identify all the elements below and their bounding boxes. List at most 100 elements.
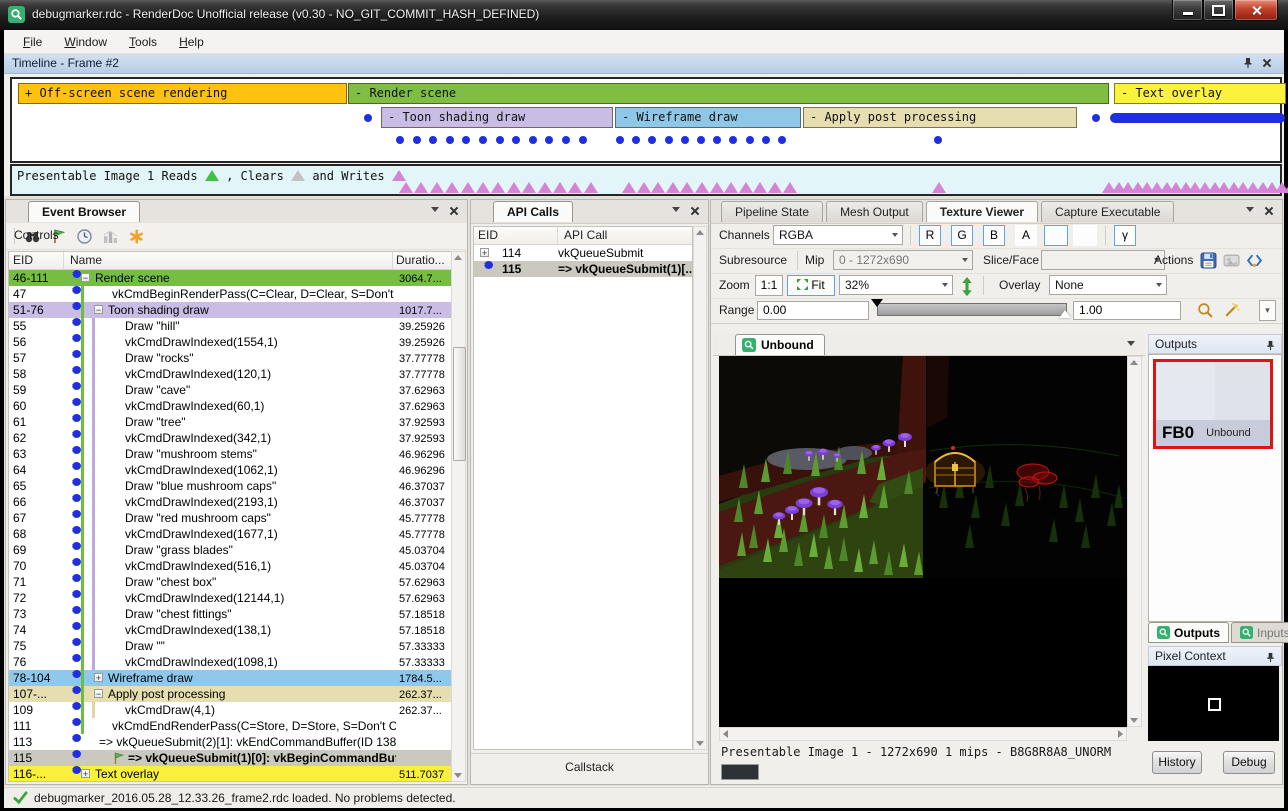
chevron-down-icon[interactable] (672, 207, 680, 216)
draw-event-dot[interactable] (364, 114, 372, 122)
event-row[interactable]: 115=> vkQueueSubmit(1)[0]: vkBeginComman… (9, 750, 451, 766)
red-channel-button[interactable]: R (919, 225, 941, 246)
callstack-section[interactable]: Callstack (471, 753, 708, 780)
event-row[interactable]: 57Draw "rocks"37.77778 (9, 350, 451, 366)
draw-event-dot[interactable] (648, 136, 656, 144)
write-marker-triangle[interactable] (932, 182, 946, 193)
write-marker-triangle[interactable] (553, 182, 567, 193)
range-black-point-handle[interactable] (871, 299, 883, 307)
event-row[interactable]: 60vkCmdDrawIndexed(60,1)37.62963 (9, 398, 451, 414)
write-marker-triangle[interactable] (461, 182, 475, 193)
chevron-down-icon[interactable] (1246, 207, 1254, 216)
write-marker-triangle[interactable] (507, 182, 521, 193)
event-row[interactable]: 111vkCmdEndRenderPass(C=Store, D=Store, … (9, 718, 451, 734)
close-icon[interactable] (1262, 57, 1276, 71)
write-marker-triangle[interactable] (538, 182, 552, 193)
draw-event-dot[interactable] (934, 136, 942, 144)
slice-face-dropdown[interactable] (1041, 250, 1165, 270)
draw-event-dot[interactable] (462, 136, 470, 144)
api-call-row[interactable]: +114vkQueueSubmit (474, 245, 692, 261)
write-marker-triangle[interactable] (399, 182, 413, 193)
save-icon[interactable] (1200, 252, 1217, 269)
write-marker-triangle[interactable] (753, 182, 767, 193)
fit-button[interactable]: Fit (787, 275, 835, 296)
gamma-button[interactable]: γ (1114, 225, 1136, 246)
write-marker-triangle[interactable] (783, 182, 797, 193)
write-marker-triangle[interactable] (622, 182, 636, 193)
tab-inputs[interactable]: Inputs (1231, 622, 1288, 643)
close-icon[interactable] (449, 206, 459, 216)
event-row[interactable]: 109vkCmdDraw(4,1)262.37... (9, 702, 451, 718)
pixel-context-view[interactable] (1148, 666, 1279, 741)
debug-button[interactable]: Debug (1223, 751, 1275, 774)
timeline-marker-bar[interactable]: + Off-screen scene rendering (18, 83, 347, 104)
menu-window[interactable]: Window (55, 32, 116, 52)
write-marker-triangle[interactable] (1284, 182, 1288, 193)
expand-icon[interactable]: + (480, 248, 489, 257)
write-marker-triangle[interactable] (414, 182, 428, 193)
tab-event-browser[interactable]: Event Browser (28, 201, 140, 222)
event-row[interactable]: 72vkCmdDrawIndexed(12144,1)57.62963 (9, 590, 451, 606)
draw-event-dot[interactable] (545, 136, 553, 144)
write-marker-triangle[interactable] (680, 182, 694, 193)
event-row[interactable]: 64vkCmdDrawIndexed(1062,1)46.96296 (9, 462, 451, 478)
menu-file[interactable]: File (14, 32, 51, 52)
range-white-point-handle[interactable] (1059, 310, 1071, 318)
event-row[interactable]: 75Draw ""57.33333 (9, 638, 451, 654)
scroll-up-icon[interactable] (1130, 360, 1138, 365)
menu-tools[interactable]: Tools (120, 32, 166, 52)
draw-event-dot[interactable] (429, 136, 437, 144)
scroll-right-icon[interactable] (1118, 730, 1123, 738)
zoom-level-dropdown[interactable]: 32% (839, 275, 953, 295)
draw-event-dot[interactable] (529, 136, 537, 144)
menu-help[interactable]: Help (170, 32, 213, 52)
draw-event-dot[interactable] (746, 136, 754, 144)
tab-capture-executable[interactable]: Capture Executable (1041, 201, 1174, 222)
write-marker-triangle[interactable] (476, 182, 490, 193)
timeline-marker-bar[interactable]: - Toon shading draw (381, 107, 613, 128)
draw-event-dot[interactable] (713, 136, 721, 144)
event-row[interactable]: 47vkCmdBeginRenderPass(C=Clear, D=Clear,… (9, 286, 451, 302)
column-eid[interactable]: EID (9, 252, 64, 269)
timeline-marker-bar[interactable]: - Wireframe draw (615, 107, 801, 128)
write-marker-triangle[interactable] (724, 182, 738, 193)
tab-outputs[interactable]: Outputs (1148, 622, 1229, 643)
write-marker-triangle[interactable] (768, 182, 782, 193)
green-channel-button[interactable]: G (951, 225, 973, 246)
event-row[interactable]: 69Draw "grass blades"45.03704 (9, 542, 451, 558)
draw-event-dot[interactable] (632, 136, 640, 144)
write-marker-triangle[interactable] (710, 182, 724, 193)
event-row[interactable]: 65Draw "blue mushroom caps"46.37037 (9, 478, 451, 494)
tab-pipeline-state[interactable]: Pipeline State (721, 201, 823, 222)
draw-event-dot[interactable] (616, 136, 624, 144)
write-marker-triangle[interactable] (568, 182, 582, 193)
draw-event-dot[interactable] (681, 136, 689, 144)
draw-event-dot[interactable] (697, 136, 705, 144)
event-row[interactable]: 63Draw "mushroom stems"46.96296 (9, 446, 451, 462)
collapse-icon[interactable]: − (94, 689, 103, 698)
texture-display[interactable] (719, 356, 1127, 727)
draw-event-dot[interactable] (1092, 114, 1100, 122)
timeline-marker-bar[interactable]: - Text overlay (1114, 83, 1286, 104)
write-marker-triangle[interactable] (695, 182, 709, 193)
event-row[interactable]: 66vkCmdDrawIndexed(2193,1)46.37037 (9, 494, 451, 510)
draw-event-dot[interactable] (562, 136, 570, 144)
zoom-range-icon[interactable] (1197, 302, 1214, 319)
open-in-viewer-icon[interactable] (1223, 252, 1240, 269)
expand-icon[interactable]: + (81, 769, 90, 778)
flip-vertical-icon[interactable] (961, 277, 973, 294)
event-row[interactable]: 107-...−Apply post processing262.37... (9, 686, 451, 702)
draw-event-dot[interactable] (579, 136, 587, 144)
expand-icon[interactable]: + (94, 673, 103, 682)
event-row[interactable]: 67Draw "red mushroom caps"45.77778 (9, 510, 451, 526)
event-row[interactable]: 74vkCmdDrawIndexed(138,1)57.18518 (9, 622, 451, 638)
alpha-channel-button[interactable]: A (1015, 225, 1037, 246)
scroll-up-icon[interactable] (696, 230, 704, 235)
draw-event-dot[interactable] (512, 136, 520, 144)
tab-unbound-texture[interactable]: Unbound (735, 334, 825, 355)
close-icon[interactable] (1264, 206, 1274, 216)
event-row[interactable]: 58vkCmdDrawIndexed(120,1)37.77778 (9, 366, 451, 382)
write-marker-triangle[interactable] (739, 182, 753, 193)
api-scrollbar[interactable] (693, 226, 707, 750)
range-min-input[interactable]: 0.00 (757, 301, 869, 320)
